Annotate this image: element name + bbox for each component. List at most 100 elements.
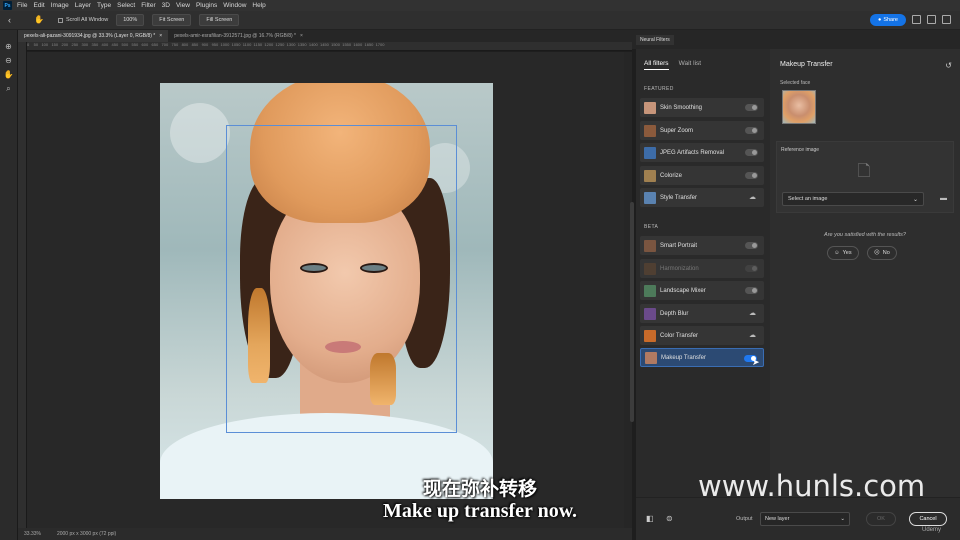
subtitle-chinese: 现在弥补转移: [422, 478, 537, 500]
output-label: Output: [736, 516, 753, 522]
yes-button[interactable]: ☺ Yes: [827, 246, 859, 260]
menu-select[interactable]: Select: [117, 2, 135, 9]
menu-3d[interactable]: 3D: [162, 2, 170, 9]
filter-thumbnail: [644, 262, 656, 275]
menu-layer[interactable]: Layer: [75, 2, 91, 9]
filter-colorize[interactable]: Colorize: [640, 166, 764, 185]
yes-label: Yes: [842, 250, 852, 256]
filter-label: Colorize: [660, 172, 683, 179]
cancel-button[interactable]: Cancel: [909, 512, 947, 526]
tools-panel: ⊕ ⊖ ✋ ⌕: [0, 30, 18, 540]
face-detection-box: [226, 125, 457, 433]
filter-landscape-mixer[interactable]: Landscape Mixer: [640, 281, 764, 300]
menu-plugins[interactable]: Plugins: [196, 2, 217, 9]
ok-button[interactable]: OK: [866, 512, 896, 526]
document-tabs: pexels-ali-pazani-3091934.jpg @ 33.3% (L…: [18, 30, 632, 42]
filter-skin-smoothing[interactable]: Skin Smoothing: [640, 98, 764, 117]
filter-toggle[interactable]: [745, 287, 758, 294]
folder-icon[interactable]: ▬: [940, 195, 947, 202]
panel-tab-bar: Neural Filters: [632, 30, 960, 49]
zoom-out-icon[interactable]: ⊖: [4, 56, 14, 66]
ruler-ticks: 0 50 100 150 200 250 300 350 400 450 500…: [27, 42, 385, 47]
fit-screen-button[interactable]: Fit Screen: [152, 14, 192, 26]
close-icon[interactable]: ×: [159, 33, 162, 39]
vertical-scrollbar[interactable]: [624, 52, 634, 528]
workspace-icon[interactable]: [927, 15, 936, 24]
filter-jpeg-artifacts[interactable]: JPEG Artifacts Removal: [640, 143, 764, 162]
filter-smart-portrait[interactable]: Smart Portrait: [640, 236, 764, 255]
filter-toggle[interactable]: [745, 104, 758, 111]
menu-help[interactable]: Help: [252, 2, 265, 9]
filter-toggle[interactable]: [745, 127, 758, 134]
scrollbar-thumb[interactable]: [630, 202, 634, 422]
share-button[interactable]: ● Share: [870, 14, 906, 26]
selected-face-thumbnail[interactable]: [782, 90, 816, 124]
tab-wait-list[interactable]: Wait list: [679, 60, 702, 70]
filter-color-transfer[interactable]: Color Transfer ☁: [640, 326, 764, 345]
filter-super-zoom[interactable]: Super Zoom: [640, 121, 764, 140]
satisfaction-question: Are you satisfied with the results?: [824, 232, 906, 238]
zoom-in-icon[interactable]: ⊕: [4, 42, 14, 52]
filter-label: Depth Blur: [660, 310, 689, 317]
filter-harmonization[interactable]: Harmonization: [640, 259, 764, 278]
filter-toggle: [745, 265, 758, 272]
show-original-icon[interactable]: ◧: [646, 514, 654, 523]
filter-label: Color Transfer: [660, 332, 699, 339]
doc-tab-2[interactable]: pexels-amir-esrafilian-3912571.jpg @ 16.…: [168, 30, 309, 42]
filter-label: Style Transfer: [660, 194, 698, 201]
filter-label: Landscape Mixer: [660, 287, 706, 294]
settings-icon[interactable]: [942, 15, 951, 24]
layer-preview-icon[interactable]: ⊜: [666, 514, 673, 523]
zoom-100-button[interactable]: 100%: [116, 14, 145, 26]
fill-screen-button[interactable]: Fill Screen: [199, 14, 240, 26]
menu-window[interactable]: Window: [223, 2, 246, 9]
filter-makeup-transfer[interactable]: Makeup Transfer: [640, 348, 764, 367]
filter-style-transfer[interactable]: Style Transfer ☁: [640, 188, 764, 207]
cloud-download-icon[interactable]: ☁: [749, 309, 756, 317]
beta-heading: BETA: [644, 224, 659, 230]
menu-filter[interactable]: Filter: [141, 2, 155, 9]
neural-filters-tab[interactable]: Neural Filters: [636, 35, 674, 45]
filter-thumbnail: [644, 239, 656, 252]
doc-tab-label: pexels-ali-pazani-3091934.jpg @ 33.3% (L…: [24, 33, 156, 39]
reset-icon[interactable]: ↺: [945, 61, 952, 70]
zoom-level[interactable]: 33.33%: [24, 531, 41, 537]
watermark: www.hunls.com: [698, 469, 926, 503]
share-label: Share: [883, 17, 898, 23]
filter-label: Makeup Transfer: [661, 354, 707, 361]
search-icon[interactable]: [912, 15, 921, 24]
udemy-watermark: Udemy: [922, 527, 942, 533]
user-icon: ●: [877, 17, 882, 23]
menu-type[interactable]: Type: [97, 2, 111, 9]
menu-edit[interactable]: Edit: [33, 2, 44, 9]
output-dropdown[interactable]: New layer ⌄: [760, 512, 850, 526]
zoom-tool-icon[interactable]: ⌕: [4, 84, 14, 94]
no-button[interactable]: ☹ No: [867, 246, 897, 260]
filter-depth-blur[interactable]: Depth Blur ☁: [640, 304, 764, 323]
menu-image[interactable]: Image: [51, 2, 69, 9]
filter-label: Skin Smoothing: [660, 104, 703, 111]
no-label: No: [882, 250, 890, 256]
select-image-dropdown[interactable]: Select an image ⌄: [782, 192, 924, 206]
hand-tool-icon[interactable]: ✋: [34, 15, 44, 25]
chevron-down-icon: ⌄: [840, 516, 845, 522]
close-icon[interactable]: ×: [300, 33, 303, 39]
cloud-download-icon[interactable]: ☁: [749, 331, 756, 339]
panel-footer: ◧ ⊜ Output New layer ⌄ OK Cancel: [636, 497, 960, 540]
doc-tab-1[interactable]: pexels-ali-pazani-3091934.jpg @ 33.3% (L…: [18, 30, 169, 42]
menu-bar: Ps File Edit Image Layer Type Select Fil…: [0, 0, 960, 11]
menu-file[interactable]: File: [17, 2, 27, 9]
status-bar: 33.33% 2000 px x 3000 px (72 ppi): [18, 528, 632, 540]
back-arrow-icon[interactable]: ‹: [8, 15, 20, 25]
menu-view[interactable]: View: [176, 2, 190, 9]
hand-icon[interactable]: ✋: [4, 70, 14, 80]
cloud-download-icon[interactable]: ☁: [749, 193, 756, 201]
options-bar: ‹ ✋ Scroll All Window 100% Fit Screen Fi…: [0, 11, 960, 30]
scroll-all-label: Scroll All Window: [66, 17, 109, 23]
filter-toggle[interactable]: [745, 242, 758, 249]
filter-toggle[interactable]: [745, 149, 758, 156]
filter-toggle[interactable]: [745, 172, 758, 179]
scroll-all-checkbox[interactable]: [58, 17, 63, 23]
filter-thumbnail: [644, 307, 656, 320]
tab-all-filters[interactable]: All filters: [644, 60, 669, 70]
